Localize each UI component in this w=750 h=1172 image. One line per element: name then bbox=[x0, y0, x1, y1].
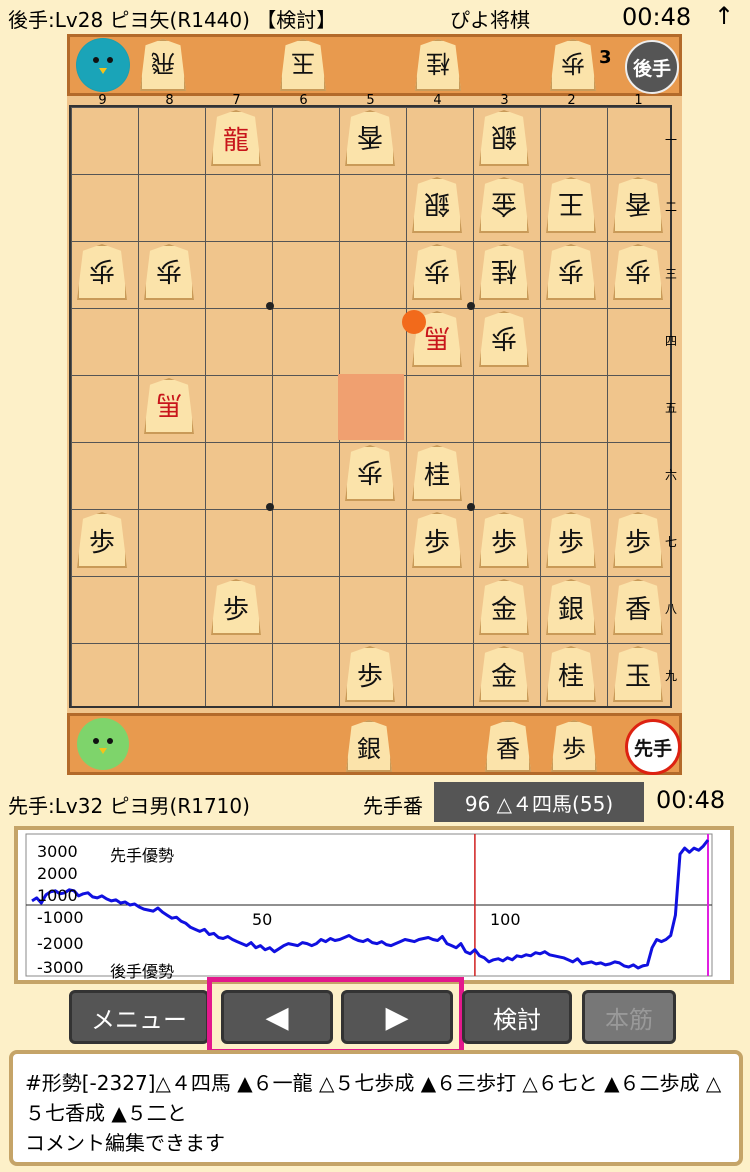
gote-piece[interactable]: 歩 bbox=[479, 311, 529, 367]
gote-piece[interactable]: 金 bbox=[479, 177, 529, 233]
gote-hand-piece[interactable]: 歩 bbox=[550, 39, 596, 91]
sente-piece[interactable]: 歩 bbox=[211, 579, 261, 635]
nav-buttons-highlight bbox=[207, 977, 464, 1054]
gote-piece[interactable]: 銀 bbox=[412, 177, 462, 233]
file-label: 5 bbox=[366, 93, 375, 108]
star-point bbox=[266, 302, 274, 310]
sente-piece[interactable]: 玉 bbox=[613, 646, 663, 702]
file-label: 6 bbox=[299, 93, 308, 108]
gote-piece[interactable]: 歩 bbox=[613, 244, 663, 300]
gote-advantage-label: 後手優勢 bbox=[110, 962, 175, 981]
current-move-display[interactable]: 96 △４四馬(55) bbox=[434, 782, 644, 822]
sente-hand-piece[interactable]: 歩 bbox=[551, 720, 597, 772]
menu-button[interactable]: メニュー bbox=[69, 990, 209, 1044]
sente-hand-piece[interactable]: 香 bbox=[485, 720, 531, 772]
x-label-100: 100 bbox=[490, 910, 521, 929]
gote-piece[interactable]: 馬 bbox=[144, 378, 194, 434]
file-label: 7 bbox=[232, 93, 241, 108]
file-label: 4 bbox=[433, 93, 442, 108]
comment-hint: コメント編集できます bbox=[25, 1131, 225, 1155]
file-label: 1 bbox=[634, 93, 643, 108]
y-label-neg2000: -2000 bbox=[37, 934, 84, 953]
sente-player-label: 先手:Lv32 ピヨ男(R1710) bbox=[8, 794, 250, 818]
rank-label: 六 bbox=[665, 467, 678, 482]
review-button-label: 検討 bbox=[493, 1005, 541, 1034]
sente-piece[interactable]: 歩 bbox=[546, 512, 596, 568]
gote-role-badge: 後手 bbox=[625, 40, 679, 94]
shogi-board[interactable]: 987654321 一二三四五六七八九 龍香銀銀金王香歩歩歩桂歩歩馬歩馬歩桂歩歩… bbox=[67, 93, 682, 713]
rank-label: 九 bbox=[665, 668, 678, 683]
y-label-1000: 1000 bbox=[37, 886, 78, 905]
review-button[interactable]: 検討 bbox=[462, 990, 572, 1044]
turn-label: 先手番 bbox=[363, 794, 423, 818]
gote-piece[interactable]: 香 bbox=[613, 177, 663, 233]
y-label-neg3000: -3000 bbox=[37, 958, 84, 977]
sente-hand-piece[interactable]: 銀 bbox=[346, 720, 392, 772]
gote-piece[interactable]: 歩 bbox=[546, 244, 596, 300]
y-label-3000: 3000 bbox=[37, 842, 78, 861]
sente-piece[interactable]: 歩 bbox=[345, 646, 395, 702]
sente-advantage-label: 先手優勢 bbox=[110, 846, 175, 865]
comment-text: #形勢[-2327]△４四馬 ▲６一龍 △５七歩成 ▲６三歩打 △６七と ▲６二… bbox=[25, 1071, 722, 1125]
sente-piece[interactable]: 金 bbox=[479, 579, 529, 635]
rank-label: 二 bbox=[665, 199, 678, 214]
gote-piece[interactable]: 歩 bbox=[144, 244, 194, 300]
gote-hand-piece[interactable]: 飛 bbox=[140, 39, 186, 91]
mainline-button-label: 本筋 bbox=[605, 1005, 653, 1034]
app-title: ぴよ将棋 bbox=[450, 8, 530, 32]
rank-label: 七 bbox=[665, 534, 678, 549]
gote-piece[interactable]: 香 bbox=[345, 110, 395, 166]
gote-player-label: 後手:Lv28 ピヨ矢(R1440) 【検討】 bbox=[8, 8, 337, 32]
move-marker-icon bbox=[402, 310, 426, 334]
rank-label: 八 bbox=[665, 601, 678, 616]
file-label: 2 bbox=[567, 93, 576, 108]
sente-piece[interactable]: 金 bbox=[479, 646, 529, 702]
y-label-neg1000: -1000 bbox=[37, 908, 84, 927]
sente-avatar-icon[interactable] bbox=[76, 717, 130, 771]
star-point bbox=[467, 503, 475, 511]
comment-box[interactable]: #形勢[-2327]△４四馬 ▲６一龍 △５七歩成 ▲６三歩打 △６七と ▲６二… bbox=[9, 1050, 743, 1166]
gote-hand-area: 飛 玉 桂 歩 3 後手 bbox=[67, 34, 682, 96]
gote-hand-piece[interactable]: 桂 bbox=[415, 39, 461, 91]
sente-piece[interactable]: 桂 bbox=[546, 646, 596, 702]
gote-piece[interactable]: 歩 bbox=[345, 445, 395, 501]
menu-button-label: メニュー bbox=[91, 1005, 187, 1034]
sente-piece[interactable]: 香 bbox=[613, 579, 663, 635]
gote-clock: 00:48 bbox=[622, 3, 692, 31]
sente-piece[interactable]: 歩 bbox=[613, 512, 663, 568]
file-label: 9 bbox=[98, 93, 107, 108]
rank-label: 一 bbox=[665, 132, 678, 147]
status-bar: 後手:Lv28 ピヨ矢(R1440) 【検討】 ぴよ将棋 00:48 ↑ bbox=[0, 0, 750, 34]
sente-piece[interactable]: 歩 bbox=[412, 512, 462, 568]
last-move-highlight bbox=[338, 374, 404, 440]
sente-piece[interactable]: 龍 bbox=[211, 110, 261, 166]
arrow-up-icon: ↑ bbox=[714, 2, 735, 30]
sente-piece[interactable]: 歩 bbox=[479, 512, 529, 568]
star-point bbox=[467, 302, 475, 310]
file-label: 8 bbox=[165, 93, 174, 108]
rank-label: 四 bbox=[665, 333, 678, 348]
gote-pawn-count: 3 bbox=[599, 47, 612, 68]
sente-role-badge: 先手 bbox=[625, 719, 681, 775]
rank-label: 五 bbox=[665, 400, 678, 415]
mainline-button[interactable]: 本筋 bbox=[582, 990, 676, 1044]
sente-clock: 00:48 bbox=[656, 786, 726, 814]
gote-hand-piece[interactable]: 玉 bbox=[280, 39, 326, 91]
gote-piece[interactable]: 銀 bbox=[479, 110, 529, 166]
sente-piece[interactable]: 銀 bbox=[546, 579, 596, 635]
star-point bbox=[266, 503, 274, 511]
y-label-2000: 2000 bbox=[37, 864, 78, 883]
gote-piece[interactable]: 王 bbox=[546, 177, 596, 233]
gote-piece[interactable]: 歩 bbox=[77, 244, 127, 300]
sente-piece[interactable]: 桂 bbox=[412, 445, 462, 501]
sente-hand-area: 銀 香歩 先手 bbox=[67, 713, 682, 775]
rank-label: 三 bbox=[665, 266, 678, 281]
file-label: 3 bbox=[500, 93, 509, 108]
gote-piece[interactable]: 桂 bbox=[479, 244, 529, 300]
evaluation-graph[interactable]: 3000 2000 1000 -1000 -2000 -3000 先手優勢 後手… bbox=[14, 826, 734, 984]
gote-piece[interactable]: 歩 bbox=[412, 244, 462, 300]
gote-avatar-icon[interactable] bbox=[76, 38, 130, 92]
x-label-50: 50 bbox=[252, 910, 273, 929]
sente-piece[interactable]: 歩 bbox=[77, 512, 127, 568]
